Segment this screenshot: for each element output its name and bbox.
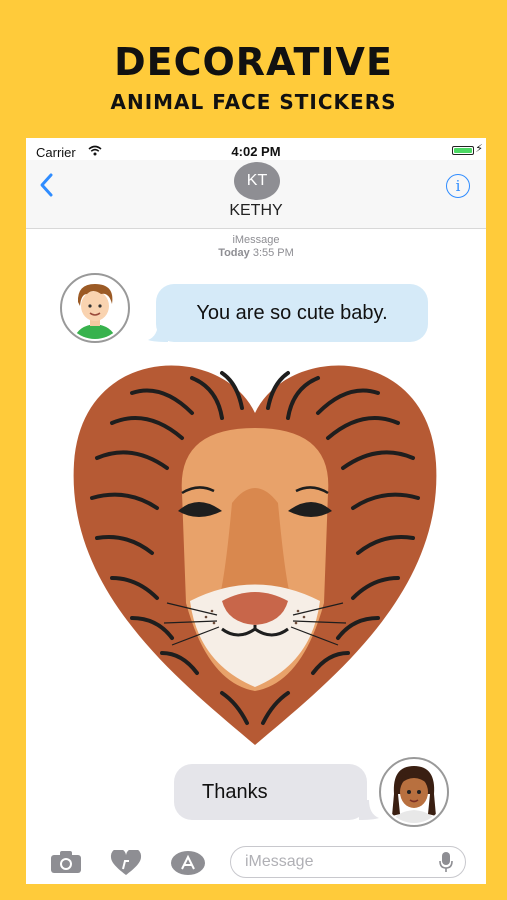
conversation-header: KT KETHY i <box>26 160 486 229</box>
back-button[interactable] <box>38 172 62 202</box>
camera-icon[interactable] <box>50 850 82 874</box>
thread-day: Today <box>218 247 250 259</box>
info-button[interactable]: i <box>446 174 470 198</box>
contact-name[interactable]: KETHY <box>26 202 486 220</box>
message-bubble-outgoing[interactable]: Thanks <box>174 764 367 820</box>
lion-face-sticker[interactable] <box>72 353 438 749</box>
message-bubble-incoming[interactable]: You are so cute baby. <box>156 284 428 342</box>
service-label: iMessage <box>232 234 280 246</box>
charging-icon: ⚡ <box>475 143 483 155</box>
message-input-bar: iMessage <box>26 838 486 884</box>
status-time: 4:02 PM <box>231 144 281 159</box>
app-store-icon[interactable] <box>170 850 206 876</box>
message-input[interactable]: iMessage <box>230 846 466 878</box>
girl-avatar <box>379 757 449 827</box>
battery-icon <box>452 146 474 155</box>
chevron-left-icon <box>40 173 53 197</box>
phone-screen: Carrier 4:02 PM ⚡ KT KETHY i iMessage To… <box>26 138 486 884</box>
promo-subtitle: ANIMAL FACE STICKERS <box>110 90 397 114</box>
info-icon: i <box>455 177 461 195</box>
contact-avatar[interactable]: KT <box>234 162 280 200</box>
boy-avatar <box>60 273 130 343</box>
microphone-icon[interactable] <box>439 851 453 873</box>
bubble-tail <box>148 322 168 342</box>
bubble-tail <box>359 800 379 820</box>
promo-title: DECORATIVE <box>114 40 393 84</box>
thread-time: 3:55 PM <box>252 247 294 259</box>
thread-timestamp: iMessage Today 3:55 PM <box>26 234 486 260</box>
message-input-placeholder: iMessage <box>245 853 314 870</box>
digital-touch-icon[interactable] <box>110 850 142 876</box>
